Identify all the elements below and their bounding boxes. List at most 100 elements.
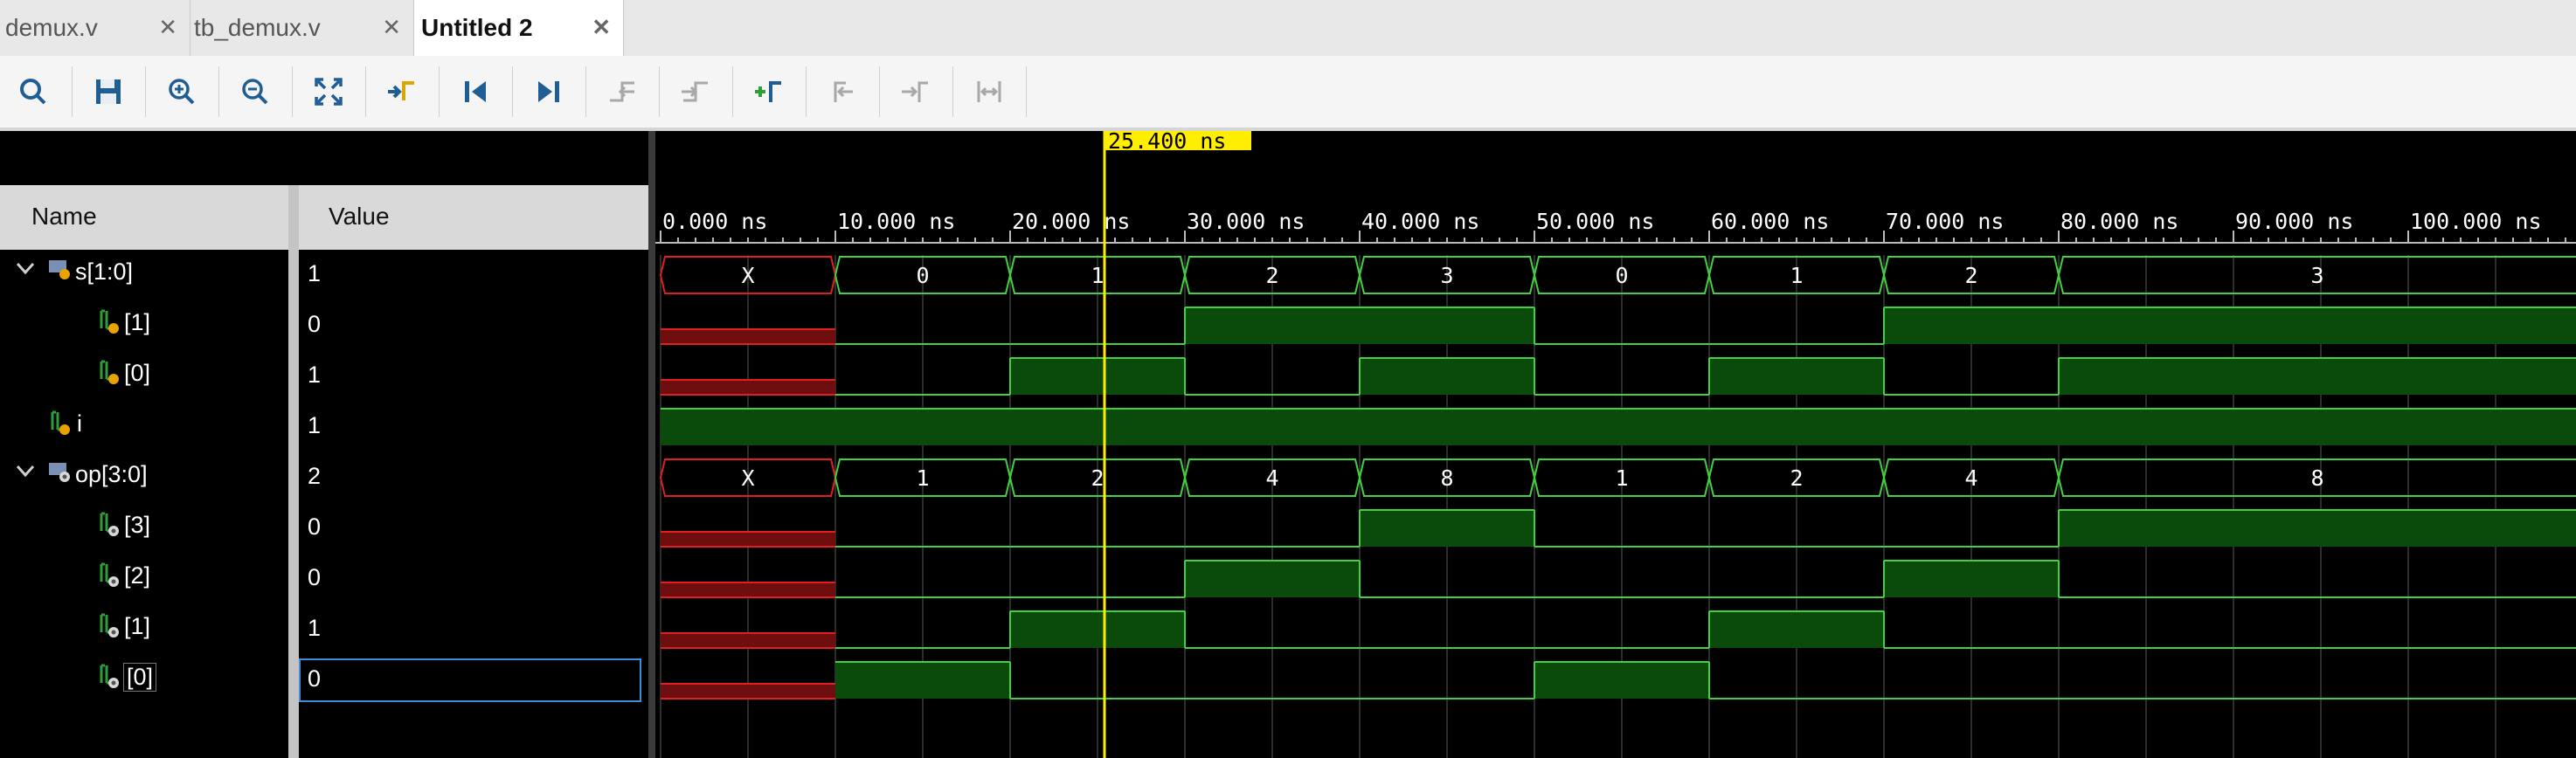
signal-row-op-1[interactable]: [1]: [0, 604, 288, 655]
previous-transition-icon: [610, 81, 634, 102]
bus-value-label: 8: [1440, 465, 1453, 491]
bus-value-label: 8: [2310, 465, 2323, 491]
waveform-canvas[interactable]: 0.000 ns 10.000 ns 20.000 ns 30.000 ns 40.00…: [655, 131, 2576, 758]
tab-untitled-2[interactable]: Untitled 2 ✕: [414, 0, 624, 56]
previous-transition-button[interactable]: [596, 66, 648, 117]
high-segment: [1534, 662, 1709, 699]
bus-value-label: 0: [1615, 263, 1628, 288]
name-column-header[interactable]: Name: [31, 203, 97, 231]
signal-row-op-2[interactable]: [2]: [0, 554, 288, 604]
tab-label: tb_demux.v: [194, 14, 321, 41]
signal-row-op-0[interactable]: [0]: [0, 655, 288, 706]
unknown-segment: [661, 582, 835, 597]
signal-value: 1: [308, 362, 322, 388]
time-tick-label: 70.000 ns: [1886, 209, 2004, 234]
time-tick-label: 30.000 ns: [1187, 209, 1305, 234]
chevron-down-icon[interactable]: [14, 257, 37, 279]
time-tick-label: 20.000 ns: [1012, 209, 1130, 234]
value-row[interactable]: 0: [299, 300, 648, 351]
signal-row-op-3[interactable]: [3]: [0, 503, 288, 554]
save-button[interactable]: [82, 66, 135, 117]
high-segment: [1709, 358, 1884, 395]
time-tick-label: 80.000 ns: [2060, 209, 2178, 234]
high-segment: [1010, 358, 1185, 395]
add-marker-icon: [755, 81, 781, 102]
signal-value: 1: [308, 412, 322, 438]
signal-row-i[interactable]: i: [0, 402, 288, 452]
selected-value-box[interactable]: [299, 658, 641, 702]
tab-demux-v[interactable]: demux.v ✕: [0, 0, 190, 56]
add-marker-button[interactable]: [743, 66, 795, 117]
go-to-cursor-icon: [388, 81, 414, 100]
tab-label: demux.v: [5, 14, 98, 41]
waveform-toolbar: [0, 56, 2576, 131]
time-tick-label: 0.000 ns: [662, 209, 767, 234]
output-signal-icon: [100, 613, 119, 637]
close-icon[interactable]: ✕: [592, 14, 611, 41]
bus-value-label: 4: [1964, 465, 1977, 491]
go-to-cursor-button[interactable]: [376, 66, 428, 117]
tab-tb-demux-v[interactable]: tb_demux.v ✕: [190, 0, 414, 56]
close-icon[interactable]: ✕: [382, 14, 401, 41]
waveform-area[interactable]: 0.000 ns 10.000 ns 20.000 ns 30.000 ns 40.00…: [655, 131, 2576, 758]
unknown-segment: [661, 532, 835, 547]
high-segment: [1360, 358, 1534, 395]
toolbar-separator: [952, 66, 953, 117]
search-button[interactable]: [7, 66, 59, 117]
go-to-start-icon: [465, 81, 486, 102]
signal-value: 1: [308, 260, 322, 286]
pane-splitter[interactable]: [648, 131, 655, 758]
high-segment: [1185, 561, 1360, 597]
signal-name: i: [77, 410, 82, 437]
high-segment: [661, 409, 2576, 445]
chevron-down-icon[interactable]: [14, 459, 37, 482]
bus-value-label: X: [741, 263, 754, 288]
time-tick-label: 40.000 ns: [1361, 209, 1479, 234]
next-transition-button[interactable]: [669, 66, 722, 117]
time-tick-label: 100.000 ns: [2410, 209, 2542, 234]
bus-value-label: 1: [1790, 263, 1803, 288]
value-row[interactable]: 0: [299, 554, 648, 604]
bus-input-icon: [49, 260, 70, 279]
zoom-out-button[interactable]: [229, 66, 281, 117]
swap-cursors-button[interactable]: [963, 66, 1015, 117]
signal-row-op[interactable]: op[3:0]: [0, 452, 288, 503]
save-icon: [96, 79, 121, 104]
signal-name: [1]: [124, 309, 151, 335]
value-row[interactable]: 2: [299, 452, 648, 503]
column-splitter[interactable]: [288, 185, 299, 758]
close-icon[interactable]: ✕: [158, 14, 177, 41]
value-row[interactable]: 0: [299, 503, 648, 554]
signal-name: s[1:0]: [75, 258, 134, 285]
next-transition-icon: [682, 81, 708, 102]
value-row[interactable]: 1: [299, 250, 648, 300]
value-column-header[interactable]: Value: [329, 203, 390, 231]
search-icon: [20, 79, 46, 105]
toolbar-separator: [512, 66, 513, 117]
signal-value: 0: [308, 513, 322, 540]
previous-marker-button[interactable]: [816, 66, 869, 117]
go-to-start-button[interactable]: [449, 66, 502, 117]
toolbar-separator: [292, 66, 293, 117]
zoom-fit-button[interactable]: [302, 66, 355, 117]
bus-value-label: 3: [2310, 263, 2323, 288]
cursor-time-label: 25.400 ns: [1108, 131, 1226, 154]
signal-row-s[interactable]: s[1:0]: [0, 250, 288, 300]
zoom-in-button[interactable]: [156, 66, 208, 117]
value-row[interactable]: 1: [299, 351, 648, 402]
toolbar-separator: [1026, 66, 1027, 117]
value-row[interactable]: 1: [299, 604, 648, 655]
tab-label: Untitled 2: [421, 14, 533, 41]
signal-name: [0]: [124, 360, 151, 386]
toolbar-separator: [585, 66, 586, 117]
bus-value-label: 2: [1091, 465, 1104, 491]
value-row-selected[interactable]: 0: [299, 655, 648, 706]
value-row[interactable]: 1: [299, 402, 648, 452]
next-marker-button[interactable]: [890, 66, 942, 117]
signal-row-s-1[interactable]: [1]: [0, 300, 288, 351]
signal-value: 0: [308, 564, 322, 590]
go-to-end-button[interactable]: [523, 66, 575, 117]
toolbar-separator: [806, 66, 807, 117]
signal-row-s-0[interactable]: [0]: [0, 351, 288, 402]
toolbar-separator: [732, 66, 733, 117]
